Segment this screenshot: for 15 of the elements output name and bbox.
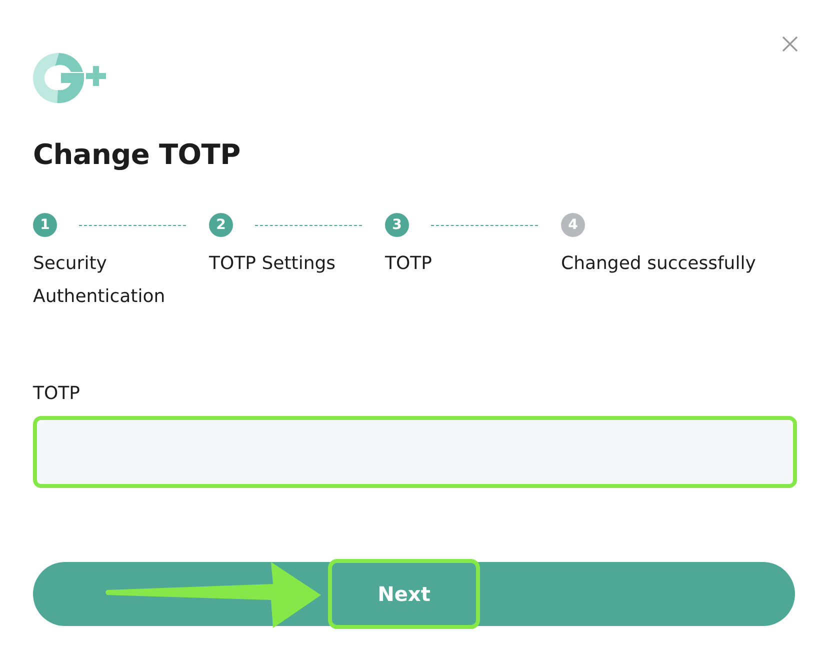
dialog-title: Change TOTP — [33, 138, 242, 171]
field-label: TOTP — [33, 383, 82, 404]
step-number: 1 — [33, 213, 57, 237]
step-number: 2 — [209, 213, 233, 237]
close-icon[interactable] — [782, 36, 798, 52]
logo-icon — [33, 52, 109, 104]
step-number: 4 — [561, 213, 585, 237]
totp-field[interactable] — [33, 416, 797, 488]
next-button[interactable]: Next — [328, 559, 480, 629]
step-label: Changed successfully — [561, 252, 757, 276]
step-label: Security Authentication — [33, 252, 166, 309]
arrow-icon — [103, 562, 323, 628]
step-label: TOTP Settings — [209, 252, 337, 276]
step-label: TOTP — [385, 252, 434, 276]
step-number: 3 — [385, 213, 409, 237]
